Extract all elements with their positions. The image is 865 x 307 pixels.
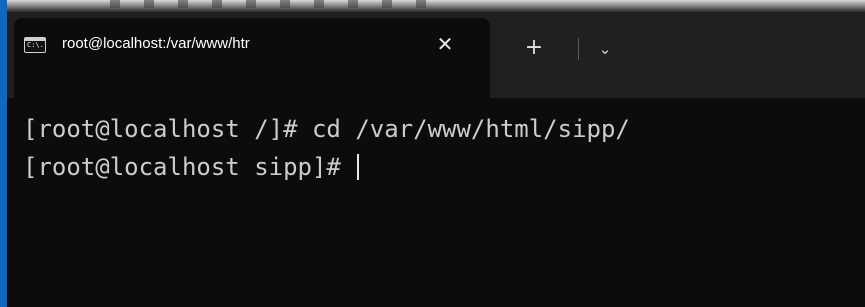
- terminal-output[interactable]: [root@localhost /]# cd /var/www/html/sip…: [7, 98, 865, 307]
- close-tab-icon[interactable]: ✕: [430, 30, 460, 58]
- terminal-prompt-line: [root@localhost sipp]#: [23, 152, 360, 182]
- toolbar-divider: [578, 38, 579, 60]
- terminal-line: [root@localhost /]# cd /var/www/html/sip…: [23, 115, 630, 143]
- chevron-down-icon[interactable]: ⌄: [590, 34, 620, 64]
- command-prompt-icon: C:\.: [24, 37, 46, 53]
- tab-terminal[interactable]: [14, 18, 490, 98]
- new-tab-button[interactable]: +: [512, 34, 556, 64]
- terminal-window: C:\. root@localhost:/var/www/htr ✕ + ⌄ […: [0, 0, 865, 307]
- window-edge: [0, 0, 7, 307]
- tab-title: root@localhost:/var/www/htr: [62, 35, 250, 52]
- text-cursor: [357, 154, 360, 180]
- background-blur: [110, 0, 450, 8]
